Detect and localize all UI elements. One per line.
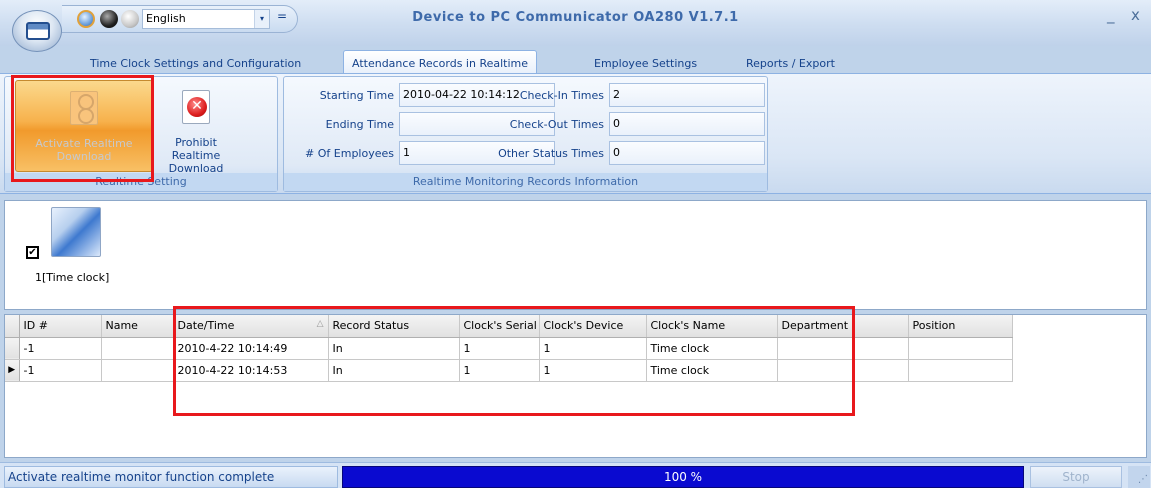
check-out-field: 0 [609,112,765,136]
group-label-monitoring: Realtime Monitoring Records Information [284,173,767,191]
cell-clock-device[interactable]: 1 [539,359,647,382]
cell-name[interactable] [101,337,174,360]
cell-id[interactable]: -1 [19,359,102,382]
prohibit-realtime-download-button[interactable]: ✕ Prohibit Realtime Download [157,80,235,175]
table-header-row: ID # Name Date/Time △ Record Status Clock… [5,315,1013,338]
cell-clock-serial[interactable]: 1 [459,337,540,360]
application-menu-button[interactable] [12,10,62,52]
column-header-clock-name[interactable]: Clock's Name [646,315,778,338]
status-bar: Activate realtime monitor function compl… [0,462,1151,488]
check-in-field: 2 [609,83,765,107]
activate-realtime-download-button[interactable]: Activate Realtime Download [15,80,153,172]
employees-count-label: # Of Employees [305,147,394,160]
other-status-field: 0 [609,141,765,165]
sort-ascending-icon: △ [316,319,324,330]
activate-download-icon [70,91,98,125]
starting-time-label: Starting Time [319,89,394,102]
prohibit-download-icon: ✕ [182,90,210,124]
cell-clock-name[interactable]: Time clock [646,337,778,360]
device-checkbox[interactable]: ✔ [26,246,39,259]
ribbon-tabs: Time Clock Settings and Configuration At… [0,46,1151,76]
column-header-datetime[interactable]: Date/Time △ [173,315,329,338]
close-button[interactable]: x [1131,6,1140,24]
activate-button-label: Activate Realtime Download [35,137,133,163]
row-header-corner [5,315,20,338]
tab-reports-export[interactable]: Reports / Export [738,53,843,75]
table-row[interactable]: ▶ -1 2010-4-22 10:14:53 In 1 1 Time cloc… [5,359,1013,382]
resize-grip-icon[interactable]: ⋰ [1128,466,1150,488]
column-header-id[interactable]: ID # [19,315,102,338]
tab-time-clock-settings[interactable]: Time Clock Settings and Configuration [82,53,309,75]
ribbon: Activate Realtime Download ✕ Prohibit Re… [0,73,1151,194]
stop-button[interactable]: Stop [1030,466,1122,488]
group-label-realtime-setting: Realtime Setting [5,173,277,191]
cell-datetime[interactable]: 2010-4-22 10:14:49 [173,337,329,360]
ending-time-label: Ending Time [325,118,394,131]
device-label: 1[Time clock] [35,271,110,284]
check-in-label: Check-In Times [519,89,604,102]
check-out-label: Check-Out Times [509,118,604,131]
cell-id[interactable]: -1 [19,337,102,360]
cell-record-status[interactable]: In [328,337,460,360]
status-message: Activate realtime monitor function compl… [4,466,338,488]
cell-name[interactable] [101,359,174,382]
cell-datetime[interactable]: 2010-4-22 10:14:53 [173,359,329,382]
window-title: Device to PC Communicator OA280 V1.7.1 [412,10,739,25]
column-header-record-status[interactable]: Record Status [328,315,460,338]
monitoring-info-group: Starting Time 2010-04-22 10:14:12 Ending… [283,76,768,192]
other-status-label: Other Status Times [498,147,604,160]
cell-clock-device[interactable]: 1 [539,337,647,360]
cell-clock-serial[interactable]: 1 [459,359,540,382]
table-row[interactable]: -1 2010-4-22 10:14:49 In 1 1 Time clock [5,337,1013,360]
column-header-position[interactable]: Position [908,315,1013,338]
column-header-department[interactable]: Department [777,315,909,338]
current-row-indicator-icon[interactable]: ▶ [5,359,20,382]
datetime-header-label: Date/Time [177,319,235,333]
cell-department[interactable] [777,337,909,360]
close-circle-icon: ✕ [187,97,207,117]
application-icon [26,22,50,40]
realtime-setting-group: Activate Realtime Download ✕ Prohibit Re… [4,76,278,192]
time-clock-device-icon[interactable] [51,207,101,257]
column-header-clock-device[interactable]: Clock's Device [539,315,647,338]
minimize-button[interactable]: _ [1107,6,1115,24]
device-panel: ✔ 1[Time clock] [4,200,1147,310]
cell-department[interactable] [777,359,909,382]
column-header-clock-serial[interactable]: Clock's Serial [459,315,540,338]
cell-clock-name[interactable]: Time clock [646,359,778,382]
column-header-name[interactable]: Name [101,315,174,338]
cell-position[interactable] [908,337,1013,360]
progress-label: 100 % [663,470,703,484]
prohibit-button-label: Prohibit Realtime Download [168,136,224,175]
row-selector[interactable] [5,337,20,360]
records-table: ID # Name Date/Time △ Record Status Clock… [5,315,1013,382]
cell-position[interactable] [908,359,1013,382]
title-bar: English ▾ = Device to PC Communicator OA… [0,0,1151,52]
progress-bar: 100 % [342,466,1024,488]
cell-record-status[interactable]: In [328,359,460,382]
records-grid-panel: ID # Name Date/Time △ Record Status Clock… [4,314,1147,458]
tab-employee-settings[interactable]: Employee Settings [586,53,705,75]
